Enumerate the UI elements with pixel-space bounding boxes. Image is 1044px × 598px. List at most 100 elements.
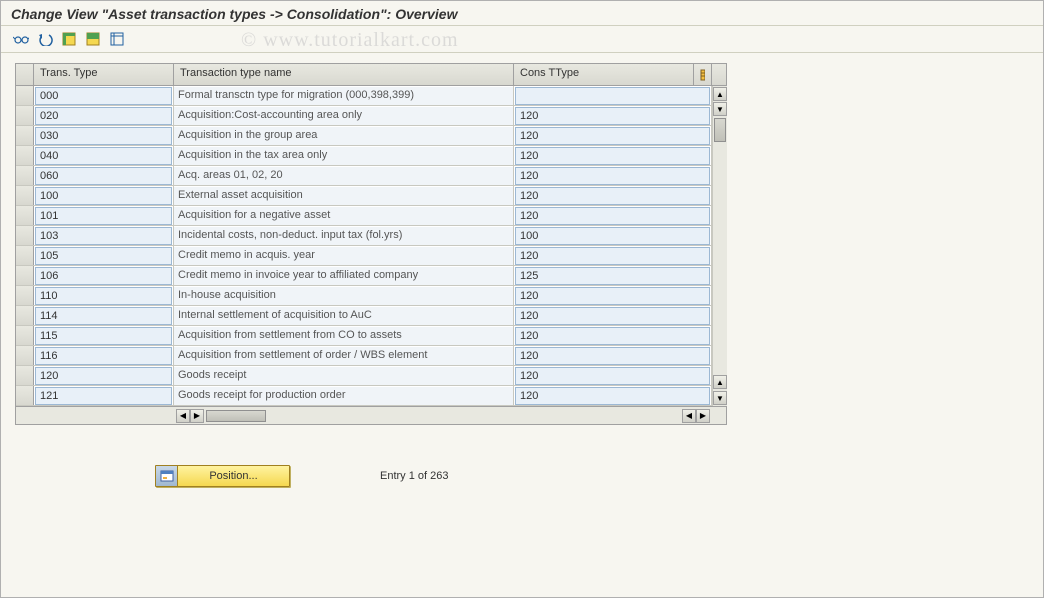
select-all-button[interactable] xyxy=(59,30,79,48)
cons-ttype-input[interactable] xyxy=(515,107,710,125)
scroll-up-button-bottom[interactable]: ▲ xyxy=(713,375,727,389)
row-selector[interactable] xyxy=(16,206,34,225)
table-config-icon xyxy=(700,69,705,81)
row-selector[interactable] xyxy=(16,306,34,325)
horizontal-scrollbar: ◀ ▶ ◀ ▶ xyxy=(16,406,726,424)
cons-ttype-input[interactable] xyxy=(515,187,710,205)
trans-type-input[interactable] xyxy=(35,187,172,205)
row-selector[interactable] xyxy=(16,246,34,265)
row-selector[interactable] xyxy=(16,146,34,165)
cons-ttype-input[interactable] xyxy=(515,127,710,145)
row-selector[interactable] xyxy=(16,266,34,285)
cons-ttype-input[interactable] xyxy=(515,287,710,305)
trans-type-input[interactable] xyxy=(35,107,172,125)
h-scroll-thumb[interactable] xyxy=(206,410,266,422)
row-selector[interactable] xyxy=(16,286,34,305)
select-block-icon xyxy=(86,32,100,46)
trans-type-input[interactable] xyxy=(35,247,172,265)
scroll-up-button[interactable]: ▲ xyxy=(713,87,727,101)
other-view-button[interactable] xyxy=(11,30,31,48)
table-row: Formal transctn type for migration (000,… xyxy=(16,86,712,106)
position-button[interactable]: Position... xyxy=(155,465,290,487)
row-selector[interactable] xyxy=(16,106,34,125)
cons-ttype-input[interactable] xyxy=(515,347,710,365)
trans-type-input[interactable] xyxy=(35,327,172,345)
trans-name-cell: Acquisition in the tax area only xyxy=(174,147,513,165)
trans-name-cell: Acquisition in the group area xyxy=(174,127,513,145)
trans-name-cell: In-house acquisition xyxy=(174,287,513,305)
cons-ttype-input[interactable] xyxy=(515,327,710,345)
trans-name-cell: External asset acquisition xyxy=(174,187,513,205)
cons-ttype-input[interactable] xyxy=(515,87,710,105)
column-header-cons-ttype[interactable]: Cons TType xyxy=(514,64,694,85)
scroll-thumb[interactable] xyxy=(714,118,726,142)
row-selector[interactable] xyxy=(16,86,34,105)
trans-name-cell: Acquisition:Cost-accounting area only xyxy=(174,107,513,125)
trans-type-input[interactable] xyxy=(35,147,172,165)
cons-ttype-input[interactable] xyxy=(515,227,710,245)
scroll-down-button-bottom[interactable]: ▼ xyxy=(713,391,727,405)
row-selector-header[interactable] xyxy=(16,64,34,85)
trans-type-input[interactable] xyxy=(35,307,172,325)
trans-type-input[interactable] xyxy=(35,207,172,225)
table-row: Internal settlement of acquisition to Au… xyxy=(16,306,712,326)
cons-ttype-input[interactable] xyxy=(515,307,710,325)
row-selector[interactable] xyxy=(16,186,34,205)
trans-name-cell: Formal transctn type for migration (000,… xyxy=(174,87,513,105)
row-selector[interactable] xyxy=(16,226,34,245)
trans-name-cell: Acquisition for a negative asset xyxy=(174,207,513,225)
cons-ttype-input[interactable] xyxy=(515,167,710,185)
table-row: Acquisition from settlement from CO to a… xyxy=(16,326,712,346)
trans-type-input[interactable] xyxy=(35,347,172,365)
vertical-scrollbar[interactable]: ▲ ▼ ▲ ▼ xyxy=(712,86,727,406)
trans-type-input[interactable] xyxy=(35,367,172,385)
row-selector[interactable] xyxy=(16,326,34,345)
trans-type-input[interactable] xyxy=(35,87,172,105)
table-row: Acq. areas 01, 02, 20 xyxy=(16,166,712,186)
page-title: Change View "Asset transaction types -> … xyxy=(1,1,1043,26)
trans-type-input[interactable] xyxy=(35,267,172,285)
data-table: Trans. Type Transaction type name Cons T… xyxy=(15,63,727,425)
position-button-label: Position... xyxy=(178,470,289,482)
cons-ttype-input[interactable] xyxy=(515,387,710,405)
cons-ttype-input[interactable] xyxy=(515,147,710,165)
trans-name-cell: Internal settlement of acquisition to Au… xyxy=(174,307,513,325)
row-selector[interactable] xyxy=(16,126,34,145)
trans-type-input[interactable] xyxy=(35,227,172,245)
trans-type-input[interactable] xyxy=(35,167,172,185)
cons-ttype-input[interactable] xyxy=(515,247,710,265)
cons-ttype-input[interactable] xyxy=(515,207,710,225)
row-selector[interactable] xyxy=(16,386,34,405)
trans-name-cell: Goods receipt for production order xyxy=(174,387,513,405)
h-scroll-left-button[interactable]: ◀ xyxy=(176,409,190,423)
scroll-down-button[interactable]: ▼ xyxy=(713,102,727,116)
table-row: Goods receipt for production order xyxy=(16,386,712,406)
table-row: Credit memo in invoice year to affiliate… xyxy=(16,266,712,286)
table-row: Acquisition in the group area xyxy=(16,126,712,146)
deselect-all-button[interactable] xyxy=(107,30,127,48)
column-header-type-name[interactable]: Transaction type name xyxy=(174,64,514,85)
h-scroll-right-button[interactable]: ▶ xyxy=(190,409,204,423)
trans-type-input[interactable] xyxy=(35,127,172,145)
glasses-icon xyxy=(13,32,29,46)
deselect-icon xyxy=(110,32,124,46)
row-selector[interactable] xyxy=(16,366,34,385)
h-scroll-left-button-right[interactable]: ◀ xyxy=(682,409,696,423)
table-config-button[interactable] xyxy=(694,64,712,85)
column-header-trans-type[interactable]: Trans. Type xyxy=(34,64,174,85)
undo-icon xyxy=(37,32,53,46)
trans-type-input[interactable] xyxy=(35,387,172,405)
select-block-button[interactable] xyxy=(83,30,103,48)
trans-type-input[interactable] xyxy=(35,287,172,305)
undo-button[interactable] xyxy=(35,30,55,48)
cons-ttype-input[interactable] xyxy=(515,267,710,285)
cons-ttype-input[interactable] xyxy=(515,367,710,385)
table-row: Incidental costs, non-deduct. input tax … xyxy=(16,226,712,246)
select-all-icon xyxy=(62,32,76,46)
row-selector[interactable] xyxy=(16,346,34,365)
h-scroll-right-button-right[interactable]: ▶ xyxy=(696,409,710,423)
table-row: Credit memo in acquis. year xyxy=(16,246,712,266)
trans-name-cell: Incidental costs, non-deduct. input tax … xyxy=(174,227,513,245)
row-selector[interactable] xyxy=(16,166,34,185)
table-row: Goods receipt xyxy=(16,366,712,386)
